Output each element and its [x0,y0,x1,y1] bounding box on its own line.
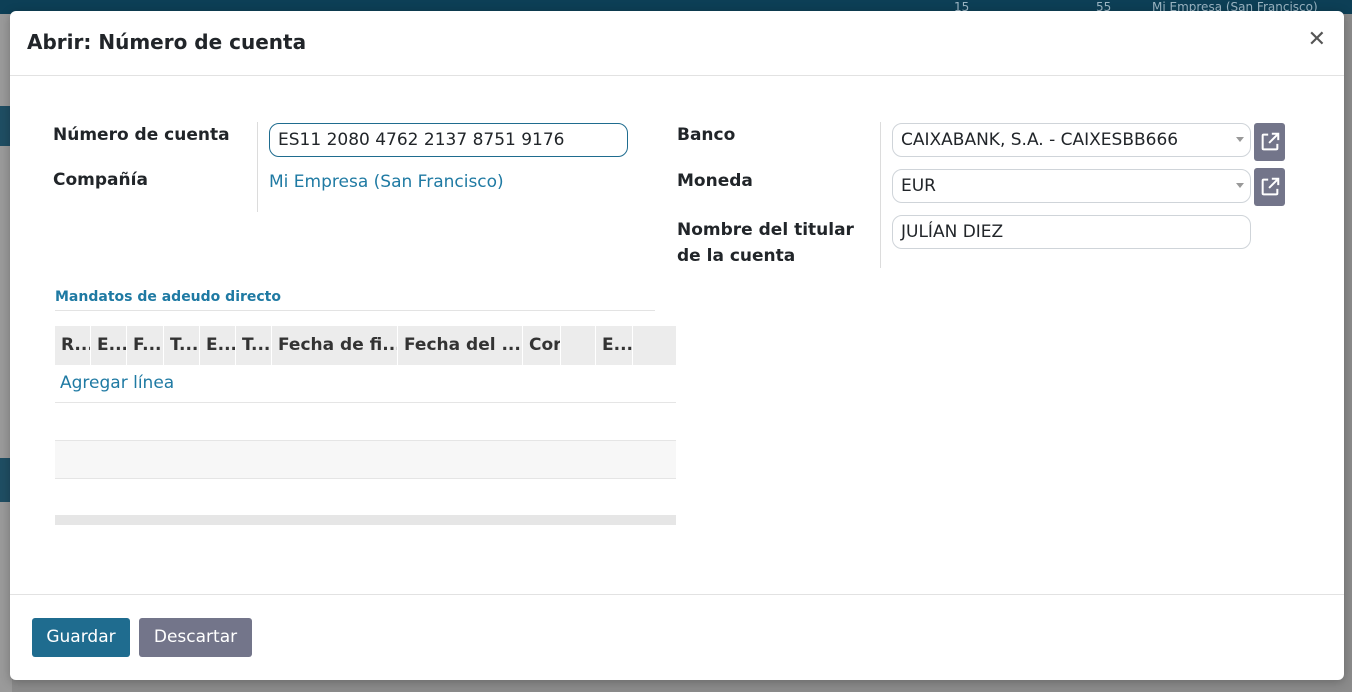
currency-select[interactable]: EUR [892,169,1251,203]
holder-label: Nombre del titular de la cuenta [677,217,854,269]
holder-name-input[interactable]: JULÍAN DIEZ [892,215,1251,249]
column-header[interactable]: E... [596,326,633,365]
column-header[interactable]: Fecha del ... [398,326,523,365]
company-label: Compañía [53,170,148,190]
column-header-spacer [633,326,676,365]
column-header[interactable] [561,326,596,365]
account-dialog: Abrir: Número de cuenta ✕ Número de cuen… [10,11,1344,680]
table-header: R... E... F... T... E... T... Fecha de f… [55,326,676,365]
company-link[interactable]: Mi Empresa (San Francisco) [269,172,504,192]
chevron-down-icon [1236,137,1244,142]
right-separator [880,122,881,268]
bank-select[interactable]: CAIXABANK, S.A. - CAIXESBB666 [892,123,1251,157]
account-number-label: Número de cuenta [53,125,230,145]
external-link-icon [1261,132,1279,151]
account-number-input[interactable]: ES11 2080 4762 2137 8751 9176 [269,123,628,157]
column-header[interactable]: F... [127,326,164,365]
dialog-header: Abrir: Número de cuenta ✕ [10,11,1344,76]
dialog-footer: Guardar Descartar [10,594,1344,680]
column-header[interactable]: E... [91,326,127,365]
add-line-link[interactable]: Agregar línea [60,373,174,393]
table-scrollbar[interactable] [55,515,676,525]
bank-external-link-button[interactable] [1254,123,1285,161]
column-header[interactable]: T... [164,326,200,365]
column-header[interactable]: E... [200,326,236,365]
table-row [55,403,676,441]
column-header[interactable]: Fecha de fi... [272,326,398,365]
bank-label: Banco [677,125,736,145]
currency-value: EUR [901,176,936,196]
save-button[interactable]: Guardar [32,618,130,657]
column-header[interactable]: T... [236,326,272,365]
holder-label-line2: de la cuenta [677,246,796,266]
bg-block [0,458,10,502]
external-link-icon [1261,177,1279,196]
currency-label: Moneda [677,171,753,191]
section-divider [55,310,655,311]
table-row [55,479,676,516]
left-separator [257,122,258,212]
dialog-title: Abrir: Número de cuenta [27,30,307,54]
chevron-down-icon [1236,183,1244,188]
bank-value: CAIXABANK, S.A. - CAIXESBB666 [901,130,1179,150]
close-icon[interactable]: ✕ [1308,27,1326,52]
currency-external-link-button[interactable] [1254,168,1285,206]
discard-button[interactable]: Descartar [139,618,252,657]
holder-label-line1: Nombre del titular [677,220,854,240]
mandates-section-title: Mandatos de adeudo directo [55,289,281,305]
table-row: Agregar línea [55,365,676,403]
column-header[interactable]: Cor [523,326,561,365]
column-header[interactable]: R... [55,326,91,365]
table-row [55,441,676,479]
bg-block [0,106,10,146]
